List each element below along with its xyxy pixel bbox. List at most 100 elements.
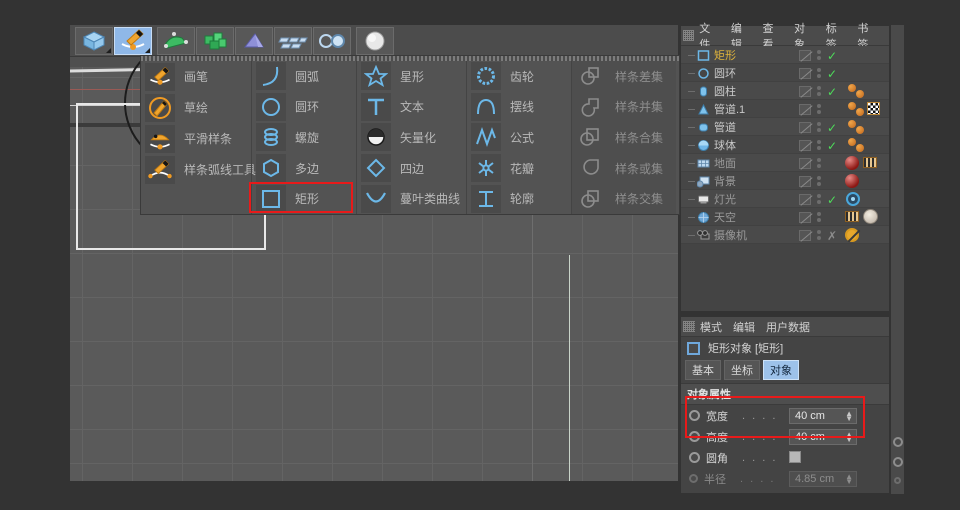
material-tag-icon[interactable] <box>845 174 859 188</box>
menu-item-flower[interactable]: 花瓣 <box>467 153 571 184</box>
menu-item-vectorize[interactable]: 矢量化 <box>357 122 466 153</box>
table-row[interactable]: 天空 <box>681 208 889 226</box>
no-edit-icon[interactable] <box>799 68 811 79</box>
no-edit-icon[interactable] <box>799 104 811 115</box>
disabled-check-icon[interactable]: ✗ <box>827 229 837 243</box>
menu-edit[interactable]: 编辑 <box>733 319 755 335</box>
menu-item-polygon[interactable]: 多边 <box>252 153 356 184</box>
table-row[interactable]: 管道 ✓ <box>681 118 889 136</box>
menu-item-sketch[interactable]: 草绘 <box>141 92 251 123</box>
rounding-checkbox[interactable] <box>789 451 801 463</box>
no-edit-icon[interactable] <box>799 140 811 151</box>
enabled-check-icon[interactable]: ✓ <box>827 67 837 81</box>
table-row[interactable]: 背景 <box>681 172 889 190</box>
no-edit-icon[interactable] <box>799 176 811 187</box>
table-row[interactable]: 管道.1 <box>681 100 889 118</box>
no-edit-icon[interactable] <box>799 212 811 223</box>
sky-texture-tag-icon[interactable] <box>863 209 878 224</box>
no-edit-icon[interactable] <box>799 86 811 97</box>
visibility-dots-icon[interactable] <box>817 50 821 62</box>
visibility-dots-icon[interactable] <box>817 194 821 206</box>
menu-item-spline-union[interactable]: 样条并集 <box>572 92 676 123</box>
no-edit-icon[interactable] <box>799 194 811 205</box>
rail-handle-icon[interactable] <box>893 437 903 447</box>
no-edit-icon[interactable] <box>799 50 811 61</box>
no-entry-tag-icon[interactable] <box>845 228 859 242</box>
menu-userdata[interactable]: 用户数据 <box>766 319 810 335</box>
object-tree[interactable]: 矩形 ✓ 圆环 ✓ 圆柱 <box>681 46 889 244</box>
width-input[interactable]: 40 cm ▲▼ <box>789 408 857 424</box>
table-row[interactable]: 圆柱 ✓ <box>681 82 889 100</box>
toolbar-button-environment[interactable] <box>274 27 312 55</box>
rounding-radio-icon[interactable] <box>689 452 700 463</box>
menu-item-cogwheel[interactable]: 齿轮 <box>467 61 571 92</box>
property-row-width[interactable]: 宽度 . . . . 40 cm ▲▼ <box>681 405 889 426</box>
tag-icon[interactable] <box>848 102 856 110</box>
visibility-dots-icon[interactable] <box>817 86 821 98</box>
enabled-check-icon[interactable]: ✓ <box>827 139 837 153</box>
tab-object[interactable]: 对象 <box>763 360 799 380</box>
material-tag-icon[interactable] <box>845 156 859 170</box>
no-edit-icon[interactable] <box>799 122 811 133</box>
width-radio-icon[interactable] <box>689 410 700 421</box>
height-input[interactable]: 40 cm ▲▼ <box>789 429 857 445</box>
no-edit-icon[interactable] <box>799 158 811 169</box>
table-row[interactable]: 球体 ✓ <box>681 136 889 154</box>
visibility-dots-icon[interactable] <box>817 140 821 152</box>
toolbar-button-camera-light[interactable] <box>313 27 351 55</box>
enabled-check-icon[interactable]: ✓ <box>827 193 837 207</box>
tab-coordinates[interactable]: 坐标 <box>724 360 760 380</box>
toolbar-button-nurbs[interactable] <box>157 27 195 55</box>
table-row[interactable]: 摄像机 ✗ <box>681 226 889 244</box>
rail-handle-icon[interactable] <box>893 457 903 467</box>
toolbar-button-array[interactable] <box>196 27 234 55</box>
enabled-check-icon[interactable]: ✓ <box>827 49 837 63</box>
table-row[interactable]: 圆环 ✓ <box>681 64 889 82</box>
menu-item-arc[interactable]: 圆弧 <box>252 61 356 92</box>
spline-flyout-menu[interactable]: 画笔 草绘 <box>140 55 680 215</box>
visibility-dots-icon[interactable] <box>817 68 821 80</box>
tag-icon[interactable] <box>856 126 864 134</box>
toolbar-button-spline-pen[interactable] <box>114 27 152 55</box>
menu-item-spline-intersect[interactable]: 样条交集 <box>572 183 676 214</box>
enabled-check-icon[interactable]: ✓ <box>827 121 837 135</box>
menu-item-formula[interactable]: 公式 <box>467 122 571 153</box>
menu-item-circle[interactable]: 圆环 <box>252 92 356 123</box>
toolbar-button-cube-primitive[interactable] <box>75 27 113 55</box>
menu-item-spline-difference[interactable]: 样条差集 <box>572 61 676 92</box>
menu-item-star[interactable]: 星形 <box>357 61 466 92</box>
menu-item-spline-arc-tool[interactable]: 样条弧线工具 <box>141 154 251 185</box>
menu-item-quad[interactable]: 四边 <box>357 153 466 184</box>
menu-item-spline-or[interactable]: 样条或集 <box>572 153 676 184</box>
visibility-dots-icon[interactable] <box>817 230 821 242</box>
menu-item-pen[interactable]: 画笔 <box>141 61 251 92</box>
checker-texture-tag-icon[interactable] <box>867 102 880 115</box>
right-scroll-rail[interactable] <box>890 25 904 494</box>
menu-item-cycloid[interactable]: 摆线 <box>467 92 571 123</box>
spinner-icon[interactable]: ▲▼ <box>845 432 853 442</box>
tag-icon[interactable] <box>856 144 864 152</box>
spinner-icon[interactable]: ▲▼ <box>845 411 853 421</box>
film-tag-icon[interactable] <box>845 211 859 222</box>
visibility-dots-icon[interactable] <box>817 104 821 116</box>
menu-item-smooth-spline[interactable]: 平滑样条 <box>141 123 251 154</box>
toolbar-button-material[interactable] <box>356 27 394 55</box>
enabled-check-icon[interactable]: ✓ <box>827 85 837 99</box>
film-tag-icon[interactable] <box>863 157 877 168</box>
tag-icon[interactable] <box>848 84 856 92</box>
panel-grip-icon[interactable] <box>683 30 694 41</box>
menu-item-text[interactable]: 文本 <box>357 92 466 123</box>
visibility-dots-icon[interactable] <box>817 122 821 134</box>
tab-basic[interactable]: 基本 <box>685 360 721 380</box>
menu-item-spline-merge[interactable]: 样条合集 <box>572 122 676 153</box>
visibility-dots-icon[interactable] <box>817 158 821 170</box>
menu-item-helix[interactable]: 螺旋 <box>252 122 356 153</box>
tag-icon[interactable] <box>848 120 856 128</box>
menu-item-rectangle[interactable]: 矩形 <box>252 183 356 214</box>
menu-item-profile[interactable]: 轮廓 <box>467 183 571 214</box>
rail-handle-icon[interactable] <box>894 477 901 484</box>
menu-mode[interactable]: 模式 <box>700 319 722 335</box>
tag-icon[interactable] <box>848 138 856 146</box>
height-radio-icon[interactable] <box>689 431 700 442</box>
menu-item-cissoid[interactable]: 蔓叶类曲线 <box>357 183 466 214</box>
